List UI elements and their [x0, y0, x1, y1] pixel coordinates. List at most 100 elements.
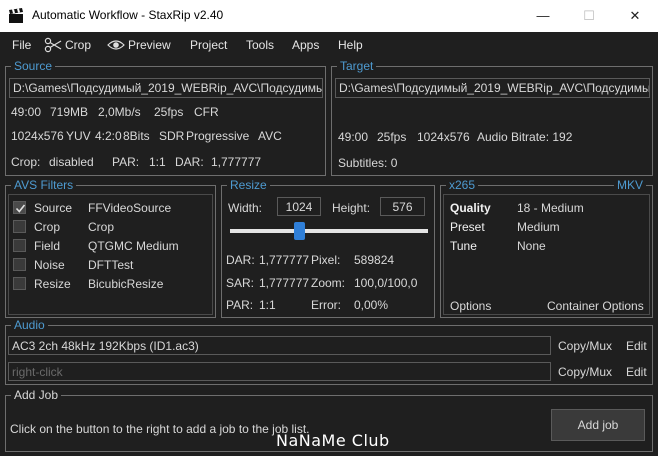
source-bitrate: 2,0Mb/s: [98, 105, 141, 119]
eye-icon[interactable]: [107, 38, 125, 55]
audio-group: Audio AC3 2ch 48kHz 192Kbps (ID1.ac3) Co…: [5, 318, 653, 385]
filter-source-checkbox[interactable]: [13, 201, 26, 214]
source-chroma: 4:2:0: [95, 129, 122, 143]
width-input[interactable]: 1024: [277, 197, 321, 216]
filter-field-value: QTGMC Medium: [88, 239, 179, 253]
source-dynamic-range: SDR: [159, 129, 185, 143]
source-par-value: 1:1: [149, 155, 166, 169]
preset-label: Preset: [450, 220, 485, 234]
clapperboard-icon: [8, 8, 24, 24]
close-button[interactable]: ✕: [612, 0, 658, 32]
add-job-button[interactable]: Add job: [551, 409, 645, 441]
filter-noise-checkbox[interactable]: [13, 258, 26, 271]
resize-slider[interactable]: [230, 220, 428, 242]
filter-row[interactable]: Source FFVideoSource: [9, 198, 212, 217]
filter-crop-name: Crop: [34, 220, 61, 234]
encoder-title[interactable]: x265: [446, 178, 479, 192]
menu-crop[interactable]: Crop: [65, 38, 91, 52]
filter-row[interactable]: Resize BicubicResize: [9, 274, 212, 293]
source-group: Source D:\Games\Подсудимый_2019_WEBRip_A…: [5, 59, 326, 176]
audio-2-edit[interactable]: Edit: [626, 365, 647, 379]
error-value: 0,00%: [354, 298, 389, 312]
target-group: Target D:\Games\Подсудимый_2019_WEBRip_A…: [331, 59, 653, 176]
source-resolution: 1024x576: [11, 129, 64, 143]
source-scan-type: Progressive: [186, 129, 250, 143]
source-par-label[interactable]: PAR:: [112, 155, 139, 169]
filter-noise-name: Noise: [34, 258, 65, 272]
filter-crop-value: Crop: [88, 220, 115, 234]
target-duration: 49:00: [338, 130, 369, 144]
source-path-field[interactable]: D:\Games\Подсудимый_2019_WEBRip_AVC\Подс…: [9, 78, 323, 98]
menu-help[interactable]: Help: [338, 38, 363, 52]
source-size: 719MB: [50, 105, 89, 119]
avs-filters-group: AVS Filters Source FFVideoSource Crop Cr…: [5, 178, 216, 318]
filter-resize-name: Resize: [34, 277, 71, 291]
source-dar-label[interactable]: DAR:: [175, 155, 204, 169]
preset-value[interactable]: Medium: [517, 220, 560, 234]
resize-dar-value: 1,777777: [259, 253, 310, 267]
source-dar-value: 1,777777: [211, 155, 262, 169]
scissors-icon[interactable]: [44, 37, 62, 56]
title-bar: Automatic Workflow - StaxRip v2.40 — ☐ ✕: [0, 0, 658, 32]
slider-track: [230, 229, 428, 233]
tune-label: Tune: [450, 239, 477, 253]
add-job-title: Add Job: [11, 388, 62, 402]
filter-crop-checkbox[interactable]: [13, 220, 26, 233]
source-color-space: YUV: [66, 129, 91, 143]
filter-list[interactable]: Source FFVideoSource Crop Crop Field QTG…: [8, 194, 213, 315]
quality-label: Quality: [450, 201, 491, 215]
filter-field-name: Field: [34, 239, 61, 253]
pixel-value: 589824: [354, 253, 395, 267]
target-group-title: Target: [337, 59, 377, 73]
filter-field-checkbox[interactable]: [13, 239, 26, 252]
quality-value[interactable]: 18 - Medium: [517, 201, 584, 215]
slider-thumb[interactable]: [294, 222, 305, 240]
container-title[interactable]: MKV: [613, 178, 646, 192]
encoder-options-link[interactable]: Options: [450, 299, 491, 313]
menu-apps[interactable]: Apps: [292, 38, 319, 52]
error-label: Error:: [311, 298, 341, 312]
target-resolution: 1024x576: [417, 130, 470, 144]
resize-group-title: Resize: [227, 178, 270, 192]
resize-group: Resize Width: 1024 Height: 576 DAR: 1,77…: [221, 178, 435, 318]
filter-row[interactable]: Crop Crop: [9, 217, 212, 236]
height-input[interactable]: 576: [380, 197, 425, 216]
source-frame-mode: CFR: [194, 105, 219, 119]
resize-par-label[interactable]: PAR:: [226, 298, 253, 312]
menu-bar: File Crop Preview Project Tools Apps Hel…: [0, 32, 658, 58]
zoom-value: 100,0/100,0: [354, 276, 418, 290]
menu-tools[interactable]: Tools: [246, 38, 274, 52]
audio-group-title: Audio: [11, 318, 48, 332]
minimize-button[interactable]: —: [520, 0, 566, 32]
audio-2-copy-mux[interactable]: Copy/Mux: [558, 365, 612, 379]
window-title: Automatic Workflow - StaxRip v2.40: [32, 8, 224, 22]
filter-source-name: Source: [34, 201, 73, 215]
sar-label: SAR:: [226, 276, 255, 290]
audio-track-2-field[interactable]: right-click: [8, 362, 551, 381]
target-path-field[interactable]: D:\Games\Подсудимый_2019_WEBRip_AVC\Подс…: [335, 78, 650, 98]
menu-file[interactable]: File: [12, 38, 31, 52]
filter-resize-value: BicubicResize: [88, 277, 164, 291]
audio-1-edit[interactable]: Edit: [626, 339, 647, 353]
menu-project[interactable]: Project: [190, 38, 227, 52]
pixel-label: Pixel:: [311, 253, 341, 267]
watermark: NaNaMe Club: [276, 431, 390, 450]
source-duration: 49:00: [11, 105, 42, 119]
menu-preview[interactable]: Preview: [128, 38, 171, 52]
encoder-group: x265 MKV Quality 18 - Medium Preset Medi…: [440, 178, 653, 318]
filter-row[interactable]: Field QTGMC Medium: [9, 236, 212, 255]
sar-value: 1,777777: [259, 276, 310, 290]
tune-value[interactable]: None: [517, 239, 546, 253]
zoom-label: Zoom:: [311, 276, 346, 290]
maximize-button[interactable]: ☐: [566, 0, 612, 32]
source-codec: AVC: [258, 129, 282, 143]
filter-resize-checkbox[interactable]: [13, 277, 26, 290]
container-options-link[interactable]: Container Options: [547, 299, 644, 313]
filter-row[interactable]: Noise DFTTest: [9, 255, 212, 274]
resize-par-value: 1:1: [259, 298, 276, 312]
audio-1-copy-mux[interactable]: Copy/Mux: [558, 339, 612, 353]
resize-dar-label[interactable]: DAR:: [226, 253, 255, 267]
filter-noise-value: DFTTest: [88, 258, 134, 272]
audio-track-1-field[interactable]: AC3 2ch 48kHz 192Kbps (ID1.ac3): [8, 336, 551, 355]
encoder-settings-grid[interactable]: Quality 18 - Medium Preset Medium Tune N…: [443, 194, 650, 315]
